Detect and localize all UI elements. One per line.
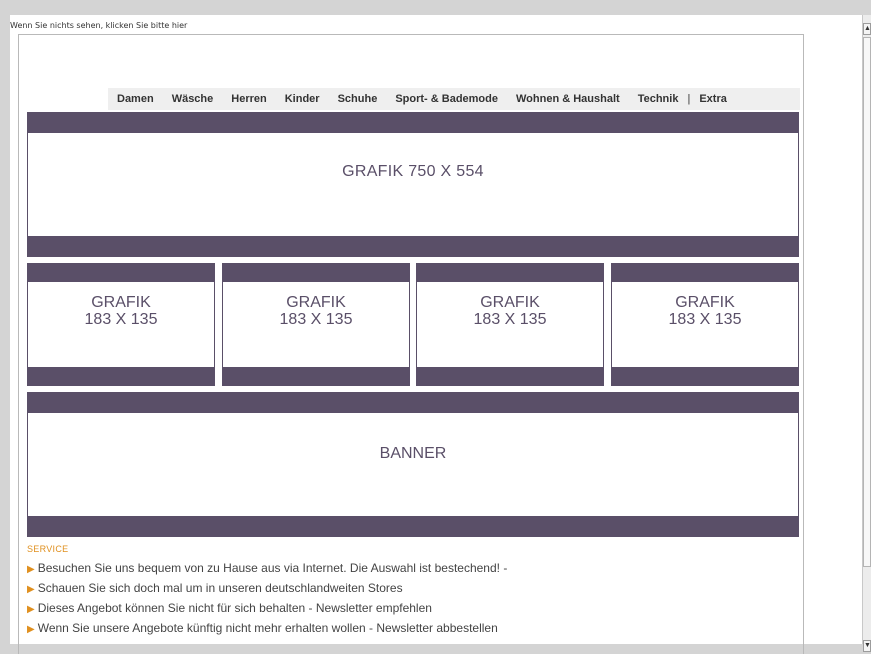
tile-label-line1: GRAFIK	[675, 294, 735, 311]
tile-bottom-bar	[612, 367, 798, 385]
vertical-scrollbar[interactable]: ▲ ▼	[862, 15, 871, 652]
service-item-text: Dieses Angebot können Sie nicht für sich…	[37, 601, 432, 615]
arrow-right-icon: ▶	[27, 604, 35, 615]
view-in-browser-link[interactable]: Wenn Sie nichts sehen, klicken Sie bitte…	[10, 21, 187, 30]
nav-item-damen[interactable]: Damen	[108, 93, 163, 105]
tile-label: GRAFIK 183 X 135	[417, 294, 603, 328]
arrow-right-icon: ▶	[27, 564, 35, 575]
hero-top-bar	[28, 113, 798, 133]
arrow-right-icon: ▶	[27, 624, 35, 635]
tile-top-bar	[417, 264, 603, 282]
hero-bottom-bar	[28, 236, 798, 256]
tile-label: GRAFIK 183 X 135	[223, 294, 409, 328]
banner-top-bar	[28, 393, 798, 413]
nav-item-technik[interactable]: Technik	[629, 93, 688, 105]
tile-label-line2: 183 X 135	[84, 311, 158, 328]
tile-bottom-bar	[417, 367, 603, 385]
tile-bottom-bar	[28, 367, 214, 385]
tile-top-bar	[612, 264, 798, 282]
service-item[interactable]: ▶ Schauen Sie sich doch mal um in unseren…	[27, 581, 507, 601]
arrow-right-icon: ▶	[27, 584, 35, 595]
tile-top-bar	[28, 264, 214, 282]
nav-item-kinder[interactable]: Kinder	[276, 93, 329, 105]
tile-top-bar	[223, 264, 409, 282]
service-item[interactable]: ▶ Besuchen Sie uns bequem von zu Hause au…	[27, 561, 507, 581]
graphic-tile-1[interactable]: GRAFIK 183 X 135	[27, 263, 215, 386]
tile-label: GRAFIK 183 X 135	[28, 294, 214, 328]
service-heading: SERVICE	[27, 544, 69, 554]
hero-graphic[interactable]: GRAFIK 750 X 554	[27, 112, 799, 257]
nav-item-schuhe[interactable]: Schuhe	[329, 93, 387, 105]
nav-item-waesche[interactable]: Wäsche	[163, 93, 223, 105]
scroll-up-arrow-icon[interactable]: ▲	[863, 23, 871, 35]
nav-item-herren[interactable]: Herren	[222, 93, 275, 105]
scroll-down-arrow-icon[interactable]: ▼	[863, 640, 871, 652]
graphic-tile-3[interactable]: GRAFIK 183 X 135	[416, 263, 604, 386]
tile-label-line2: 183 X 135	[668, 311, 742, 328]
banner[interactable]: BANNER	[27, 392, 799, 537]
service-list: ▶ Besuchen Sie uns bequem von zu Hause au…	[27, 561, 507, 641]
scroll-thumb[interactable]	[863, 37, 871, 567]
tile-row: GRAFIK 183 X 135 GRAFIK 183 X 135 GRAFIK…	[27, 263, 799, 386]
tile-label-line1: GRAFIK	[91, 294, 151, 311]
graphic-tile-4[interactable]: GRAFIK 183 X 135	[611, 263, 799, 386]
service-item[interactable]: ▶ Wenn Sie unsere Angebote künftig nicht …	[27, 621, 507, 641]
graphic-tile-2[interactable]: GRAFIK 183 X 135	[222, 263, 410, 386]
tile-label-line2: 183 X 135	[473, 311, 547, 328]
tile-bottom-bar	[223, 367, 409, 385]
nav-item-wohnen-haushalt[interactable]: Wohnen & Haushalt	[507, 93, 629, 105]
service-item[interactable]: ▶ Dieses Angebot können Sie nicht für sic…	[27, 601, 507, 621]
hero-label: GRAFIK 750 X 554	[342, 163, 484, 180]
category-nav: Damen Wäsche Herren Kinder Schuhe Sport-…	[108, 88, 800, 110]
tile-label-line1: GRAFIK	[286, 294, 346, 311]
tile-label-line1: GRAFIK	[480, 294, 540, 311]
service-item-text: Besuchen Sie uns bequem von zu Hause aus…	[37, 561, 508, 575]
service-item-text: Schauen Sie sich doch mal um in unseren …	[37, 581, 403, 595]
banner-bottom-bar	[28, 516, 798, 536]
nav-item-extra[interactable]: Extra	[690, 93, 736, 105]
tile-label-line2: 183 X 135	[279, 311, 353, 328]
tile-label: GRAFIK 183 X 135	[612, 294, 798, 328]
banner-label: BANNER	[379, 445, 447, 462]
nav-item-sport-bademode[interactable]: Sport- & Bademode	[386, 93, 507, 105]
service-item-text: Wenn Sie unsere Angebote künftig nicht m…	[37, 621, 498, 635]
